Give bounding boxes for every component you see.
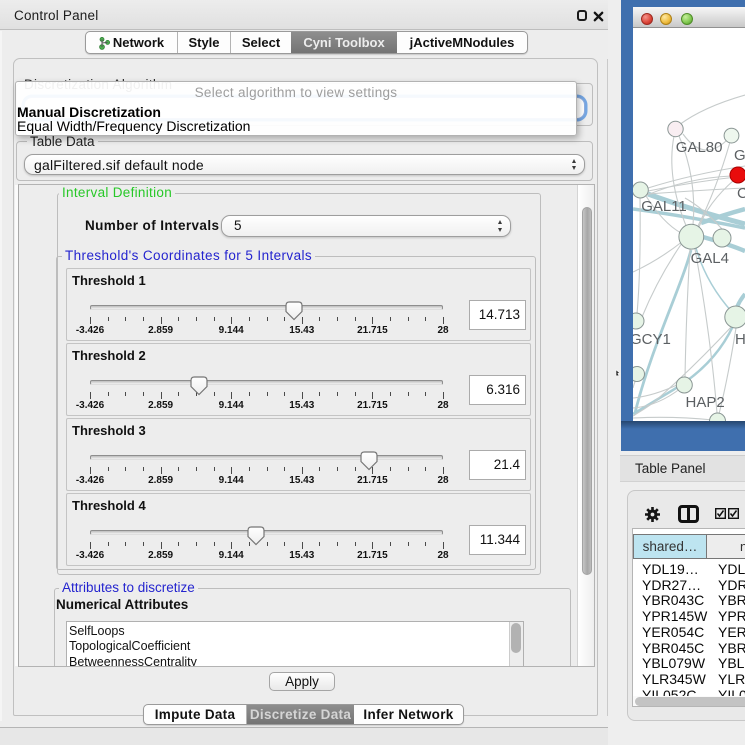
svg-text:GA: GA (734, 147, 745, 164)
svg-text:GAL80: GAL80 (676, 139, 723, 156)
svg-text:HAP2: HAP2 (686, 394, 725, 411)
svg-text:GAL4: GAL4 (691, 250, 729, 267)
svg-text:GAL11: GAL11 (641, 198, 687, 215)
svg-text:C: C (737, 185, 745, 202)
svg-text:H: H (735, 331, 745, 348)
svg-text:GCY1: GCY1 (633, 331, 671, 348)
